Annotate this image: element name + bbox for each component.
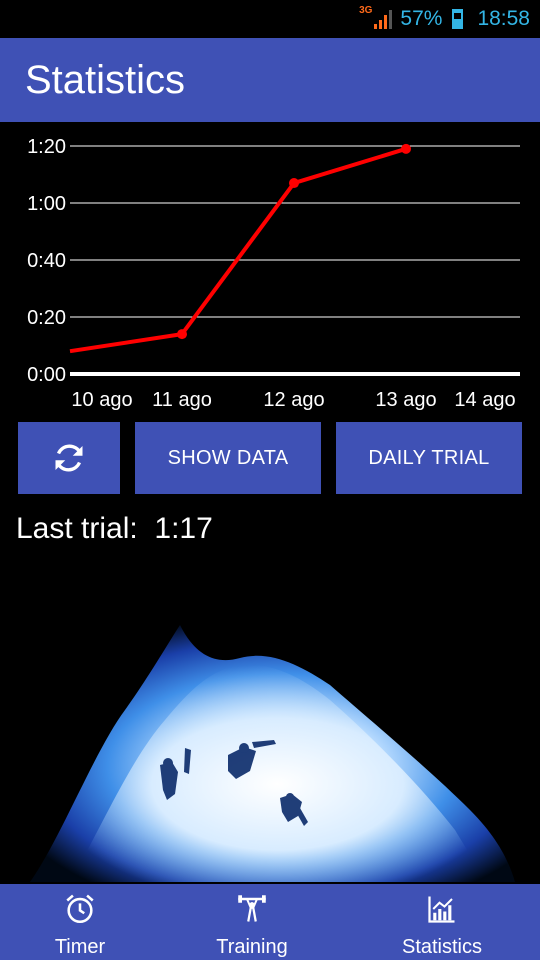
y-tick-label: 1:20 <box>27 136 66 158</box>
y-tick-label: 0:20 <box>27 307 66 329</box>
data-point <box>289 178 299 189</box>
signal-icon <box>374 9 393 29</box>
status-bar: 3G 57% 18:58 <box>0 0 540 38</box>
network-type: 3G <box>359 4 373 16</box>
refresh-icon <box>55 444 83 472</box>
data-point <box>177 329 187 340</box>
nav-training-label: Training <box>216 936 288 958</box>
nav-statistics[interactable]: Statistics <box>382 884 502 960</box>
series-line <box>69 146 407 354</box>
x-tick-label: 11 ago <box>152 389 212 411</box>
app-bar: Statistics <box>0 38 540 122</box>
page-title: Statistics <box>25 58 186 102</box>
nav-training[interactable]: Training <box>192 884 312 960</box>
refresh-button[interactable] <box>18 422 120 494</box>
data-point <box>401 143 411 154</box>
y-tick-label: 0:00 <box>27 364 66 386</box>
last-trial: Last trial: 1:17 <box>16 512 213 546</box>
last-trial-label: Last trial: <box>16 512 138 545</box>
status-icons: 3G 57% 18:58 <box>359 4 530 34</box>
nav-statistics-label: Statistics <box>401 936 483 958</box>
clock: 18:58 <box>477 7 530 30</box>
cave-divers-illustration <box>0 570 540 885</box>
cave-image <box>30 625 515 882</box>
trial-time-chart: 0:00 0:20 0:40 1:00 1:20 10 ago 11 ago 12 ago 13… <box>0 122 540 417</box>
x-tick-label: 13 ago <box>375 389 436 411</box>
daily-trial-button[interactable]: DAILY TRIAL <box>336 422 522 494</box>
weightlifter-icon <box>236 892 268 926</box>
chart-svg: 0:00 0:20 0:40 1:00 1:20 10 ago 11 ago 12 ago 13… <box>27 136 520 411</box>
last-trial-value: 1:17 <box>154 512 213 545</box>
x-tick-label: 10 ago <box>71 389 132 411</box>
chart-icon <box>427 892 457 926</box>
x-tick-label: 12 ago <box>263 389 324 411</box>
x-tick-label: 14 ago <box>454 389 515 411</box>
battery-icon <box>452 9 464 29</box>
bottom-navigation: Timer Training Statistics <box>0 884 540 960</box>
alarm-clock-icon <box>63 892 97 926</box>
nav-timer[interactable]: Timer <box>30 884 130 960</box>
y-tick-label: 1:00 <box>27 193 66 215</box>
battery-percent: 57% <box>400 7 443 30</box>
y-tick-label: 0:40 <box>27 250 66 272</box>
nav-timer-label: Timer <box>54 936 106 958</box>
show-data-button[interactable]: SHOW DATA <box>135 422 321 494</box>
